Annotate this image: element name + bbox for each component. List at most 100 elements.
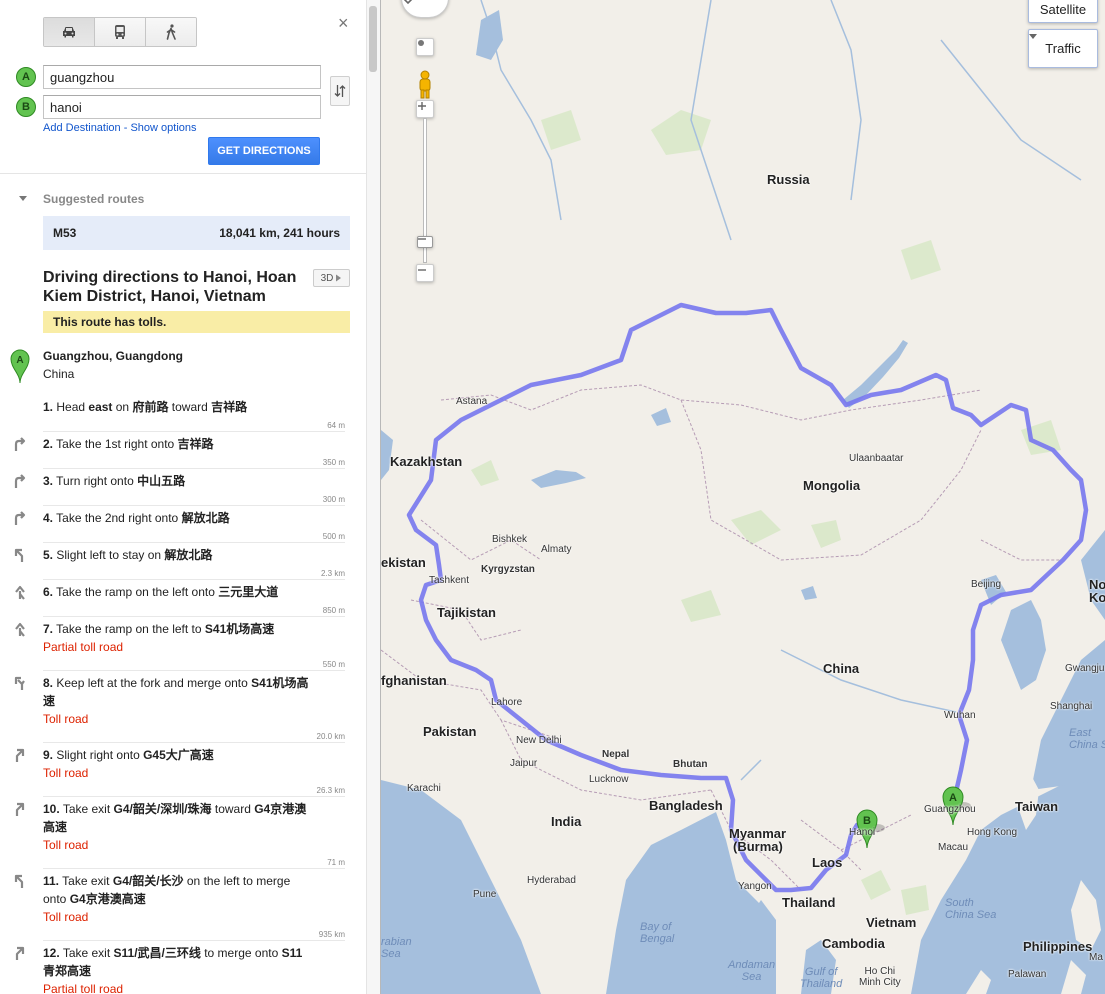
- step-road-1: S11/武昌/三环线: [113, 946, 201, 960]
- origin-input[interactable]: [43, 65, 321, 89]
- label-lucknow: Lucknow: [589, 774, 629, 785]
- label-shanghai: Shanghai: [1050, 701, 1093, 712]
- minus-icon: [418, 269, 426, 271]
- label-tashkent: Tashkent: [429, 575, 470, 586]
- zoom-out-button[interactable]: [416, 264, 434, 282]
- step-toll-note: Partial toll road: [43, 640, 124, 654]
- direction-step[interactable]: 5. Slight left to stay on 解放北路: [43, 546, 311, 564]
- destination-input[interactable]: [43, 95, 321, 119]
- direction-step[interactable]: 11. Take exit G4/韶关/长沙 on the left to me…: [43, 872, 311, 926]
- step-number: 4.: [43, 511, 54, 525]
- zoom-slider-handle[interactable]: [417, 236, 433, 248]
- label-nepal: Nepal: [602, 749, 630, 760]
- direction-step[interactable]: 6. Take the ramp on the left onto 三元里大道: [43, 583, 311, 601]
- label-astana: Astana: [456, 396, 488, 407]
- slight-right-icon: [12, 747, 28, 763]
- step-toll-note: Toll road: [43, 910, 89, 924]
- slight-left-icon: [12, 547, 28, 563]
- step-road-1: 解放北路: [164, 548, 213, 562]
- direction-step[interactable]: 7. Take the ramp on the left to S41机场高速 P…: [43, 620, 311, 656]
- fork-left-icon: [12, 675, 28, 691]
- close-icon[interactable]: ×: [338, 14, 349, 32]
- direction-step[interactable]: 10. Take exit G4/韶关/深圳/珠海 toward G4京港澳高速…: [43, 800, 311, 854]
- exit-right-icon: [12, 801, 28, 817]
- reset-view-button[interactable]: [416, 38, 434, 56]
- grip-icon: [418, 238, 426, 240]
- step-toll-note: Toll road: [43, 838, 89, 852]
- step-text-pre: Keep left at the fork and merge onto: [56, 676, 252, 690]
- view-3d-button[interactable]: 3D: [313, 269, 350, 287]
- zoom-in-button[interactable]: [416, 100, 434, 118]
- step-road-1: 中山五路: [137, 474, 186, 488]
- step-divider: [43, 468, 345, 469]
- add-destination-link[interactable]: Add Destination: [43, 122, 121, 134]
- mode-transit-button[interactable]: [95, 18, 146, 46]
- step-distance: 350 m: [322, 458, 345, 467]
- turn-right-icon: [12, 510, 28, 526]
- step-number: 12.: [43, 946, 60, 960]
- step-toll-note: Toll road: [43, 712, 89, 726]
- start-location-name: Guangzhou, Guangdong: [43, 349, 183, 363]
- label-mongolia: Mongolia: [803, 478, 861, 493]
- step-distance: 300 m: [322, 495, 345, 504]
- show-options-link[interactable]: Show options: [130, 122, 196, 134]
- step-distance: 20.0 km: [316, 732, 345, 741]
- label-hyderabad: Hyderabad: [527, 875, 576, 886]
- label-bishkek: Bishkek: [492, 534, 528, 545]
- traffic-button[interactable]: Traffic: [1028, 29, 1098, 68]
- pegman-icon[interactable]: [416, 70, 434, 100]
- step-number: 7.: [43, 622, 54, 636]
- play-icon: [336, 274, 342, 282]
- step-text-mid: on: [112, 400, 133, 414]
- step-text-pre: Head: [56, 400, 89, 414]
- ramp-left-icon: [12, 584, 28, 600]
- label-hanoi: Hanoi: [849, 827, 876, 838]
- step-divider: [43, 579, 345, 580]
- get-directions-button[interactable]: GET DIRECTIONS: [208, 137, 320, 165]
- vegetation-areas: [471, 110, 1061, 915]
- label-jaipur: Jaipur: [510, 758, 538, 769]
- direction-step[interactable]: 3. Turn right onto 中山五路: [43, 472, 311, 490]
- dot-icon: [418, 40, 424, 46]
- step-number: 5.: [43, 548, 54, 562]
- step-road-2: G4京港澳高速: [69, 892, 146, 906]
- direction-step[interactable]: 1. Head east on 府前路 toward 吉祥路: [43, 398, 311, 416]
- mode-walking-button[interactable]: [146, 18, 196, 46]
- suggested-routes-title[interactable]: Suggested routes: [43, 192, 144, 206]
- step-toll-note: Toll road: [43, 766, 89, 780]
- map-view[interactable]: A B Russia Kazakhstan Mongolia China eki…: [381, 0, 1105, 994]
- route-name: M53: [53, 226, 77, 240]
- swap-icon: [334, 85, 346, 97]
- satellite-button[interactable]: Satellite: [1028, 0, 1098, 23]
- collapse-arrow-icon[interactable]: [19, 196, 27, 201]
- direction-step[interactable]: 8. Keep left at the fork and merge onto …: [43, 674, 311, 728]
- step-distance: 550 m: [322, 660, 345, 669]
- step-number: 1.: [43, 400, 54, 414]
- step-road-1: G45大广高速: [143, 748, 214, 762]
- swap-endpoints-button[interactable]: [330, 76, 350, 106]
- direction-step[interactable]: 12. Take exit S11/武昌/三环线 to merge onto S…: [43, 944, 311, 994]
- direction-step[interactable]: 9. Slight right onto G45大广高速 Toll road: [43, 746, 311, 782]
- suggested-route-item[interactable]: M53 18,041 km, 241 hours: [43, 216, 350, 250]
- step-divider: [43, 616, 345, 617]
- label-kyrgyzstan: Kyrgyzstan: [481, 564, 535, 575]
- step-text-pre: Take exit: [62, 874, 113, 888]
- step-text-pre: Turn right onto: [56, 474, 138, 488]
- step-divider: [43, 742, 345, 743]
- direction-step[interactable]: 2. Take the 1st right onto 吉祥路: [43, 435, 311, 453]
- label-cambodia: Cambodia: [822, 936, 885, 951]
- label-ulaanbaatar: Ulaanbaatar: [849, 453, 904, 464]
- panel-scrollbar-thumb[interactable]: [369, 6, 377, 72]
- step-toll-note: Partial toll road: [43, 982, 124, 994]
- label-lahore: Lahore: [491, 697, 523, 708]
- mode-driving-button[interactable]: [44, 18, 95, 46]
- panel-divider: [0, 173, 366, 174]
- panel-scrollbar[interactable]: [366, 0, 380, 994]
- walk-icon: [166, 24, 176, 40]
- direction-step[interactable]: 4. Take the 2nd right onto 解放北路: [43, 509, 311, 527]
- label-burma: (Burma): [733, 839, 783, 854]
- step-divider: [43, 431, 345, 432]
- step-text-pre: Take exit: [62, 946, 114, 960]
- step-distance: 935 km: [318, 930, 345, 939]
- step-text-mid: to merge onto: [200, 946, 282, 960]
